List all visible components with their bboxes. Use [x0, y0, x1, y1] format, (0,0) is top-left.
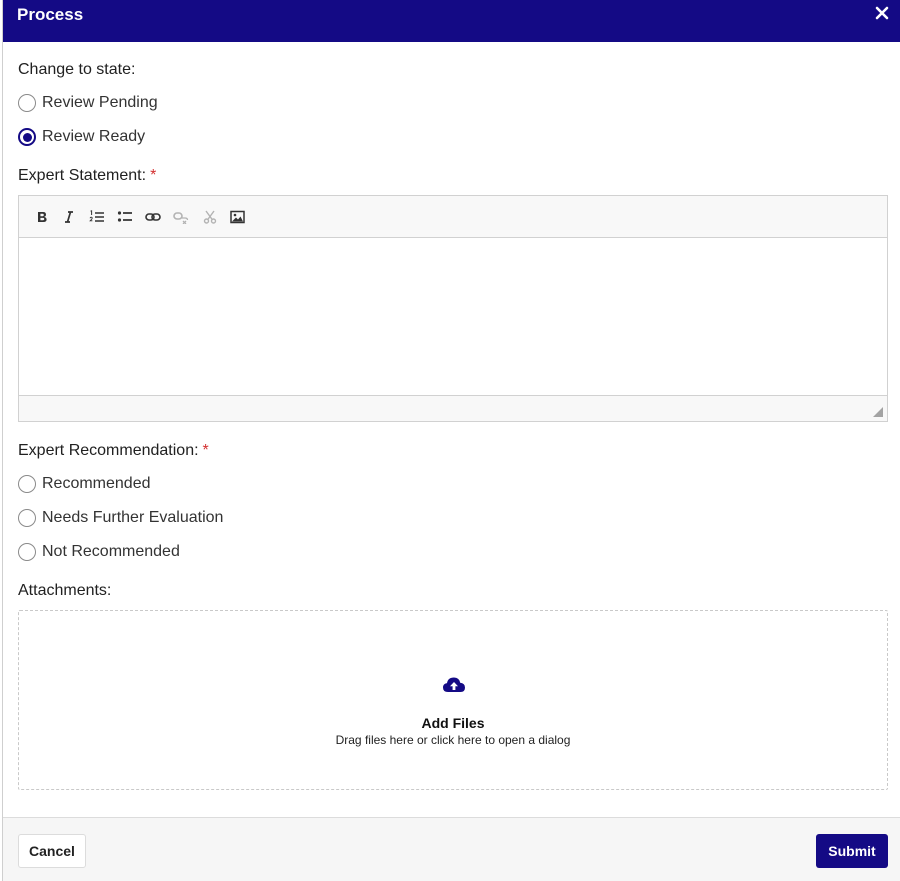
- radio-circle[interactable]: [18, 94, 36, 112]
- bulleted-list-icon[interactable]: [115, 207, 135, 227]
- dialog-titlebar: Process: [3, 0, 900, 42]
- file-dropzone[interactable]: Add Files Drag files here or click here …: [18, 610, 888, 790]
- radio-label: Not Recommended: [42, 543, 180, 560]
- expert-statement-label-text: Expert Statement:: [18, 167, 147, 184]
- cancel-button[interactable]: Cancel: [18, 834, 86, 868]
- expert-recommendation-label: Expert Recommendation: *: [18, 442, 209, 460]
- close-icon[interactable]: [873, 4, 891, 22]
- attachments-label: Attachments:: [18, 582, 112, 599]
- unlink-icon[interactable]: [171, 207, 191, 227]
- radio-circle[interactable]: [18, 509, 36, 527]
- dialog-footer: Cancel Submit: [3, 817, 900, 881]
- expert-statement-editor: [18, 195, 888, 422]
- dropzone-hint: Drag files here or click here to open a …: [335, 733, 571, 747]
- radio-label: Recommended: [42, 475, 151, 492]
- radio-label: Review Ready: [42, 128, 146, 145]
- italic-icon[interactable]: [59, 207, 79, 227]
- radio-circle[interactable]: [18, 543, 36, 561]
- radio-review-ready[interactable]: Review Ready: [18, 126, 145, 148]
- expert-statement-label: Expert Statement: *: [18, 167, 156, 185]
- submit-button[interactable]: Submit: [816, 834, 888, 868]
- cloud-upload-icon: [443, 677, 465, 692]
- radio-circle[interactable]: [18, 475, 36, 493]
- radio-circle-checked[interactable]: [18, 128, 36, 146]
- link-icon[interactable]: [143, 207, 163, 227]
- editor-toolbar: [19, 196, 887, 238]
- radio-not-recommended[interactable]: Not Recommended: [18, 541, 180, 563]
- required-mark: *: [150, 167, 157, 184]
- radio-needs-further-evaluation[interactable]: Needs Further Evaluation: [18, 507, 223, 529]
- add-files-title: Add Files: [421, 715, 485, 731]
- expert-statement-textarea[interactable]: [19, 238, 887, 395]
- radio-label: Needs Further Evaluation: [42, 509, 224, 526]
- radio-review-pending[interactable]: Review Pending: [18, 92, 158, 114]
- state-label: Change to state:: [18, 61, 136, 78]
- image-icon[interactable]: [227, 207, 247, 227]
- editor-statusbar: [19, 395, 887, 421]
- expert-recommendation-label-text: Expert Recommendation:: [18, 442, 199, 459]
- bold-icon[interactable]: [32, 207, 52, 227]
- dialog-title: Process: [17, 5, 84, 24]
- required-mark: *: [202, 442, 209, 459]
- process-dialog: Process Change to state: Review Pending …: [2, 0, 900, 881]
- radio-label: Review Pending: [42, 94, 158, 111]
- numbered-list-icon[interactable]: [87, 207, 107, 227]
- radio-recommended[interactable]: Recommended: [18, 473, 151, 495]
- cut-icon[interactable]: [200, 207, 220, 227]
- resize-handle-icon[interactable]: [873, 407, 883, 417]
